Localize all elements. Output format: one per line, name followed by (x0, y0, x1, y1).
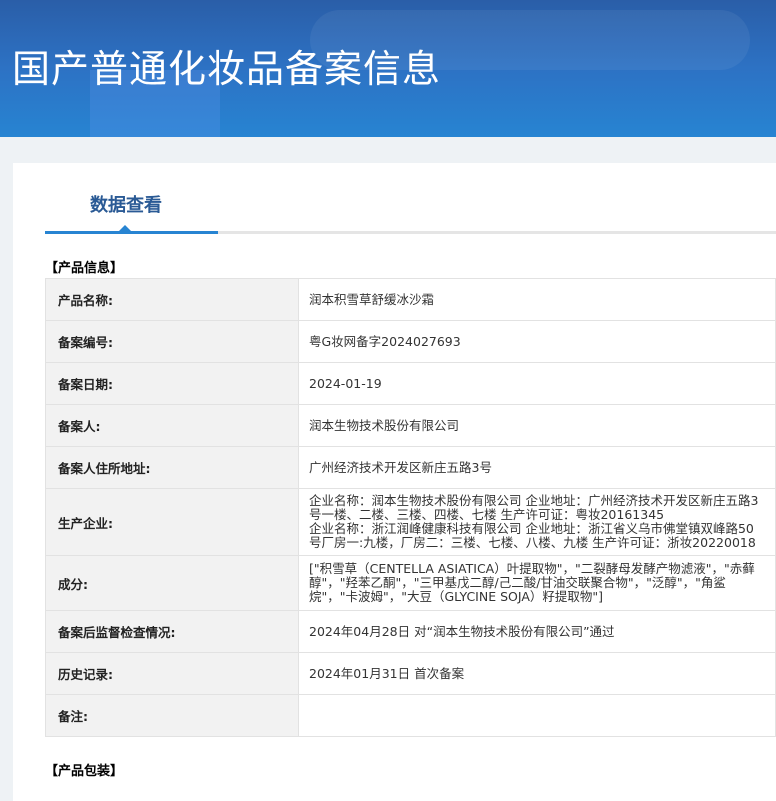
table-row: 备注: (45, 694, 776, 737)
row-label: 备案人住所地址: (45, 446, 299, 489)
section-product-info: 【产品信息】 (45, 261, 124, 276)
table-row: 备案日期: 2024-01-19 (45, 362, 776, 405)
row-value: 企业名称：润本生物技术股份有限公司 企业地址：广州经济技术开发区新庄五路3号一楼… (298, 488, 776, 556)
page-title: 国产普通化妆品备案信息 (12, 47, 442, 91)
table-row: 备案后监督检查情况: 2024年04月28日 对“润本生物技术股份有限公司”通过 (45, 610, 776, 653)
table-row: 历史记录: 2024年01月31日 首次备案 (45, 652, 776, 695)
table-row: 成分: ["积雪草（CENTELLA ASIATICA）叶提取物"，"二裂酵母发酵… (45, 555, 776, 611)
tab-arrow-icon (119, 225, 131, 231)
tab-active-indicator (45, 231, 218, 234)
row-value: 广州经济技术开发区新庄五路3号 (298, 446, 776, 489)
row-value: 粤G妆网备字2024027693 (298, 320, 776, 363)
row-label: 备案后监督检查情况: (45, 610, 299, 653)
table-row: 产品名称: 润本积雪草舒缓冰沙霜 (45, 278, 776, 321)
row-value: 2024年01月31日 首次备案 (298, 652, 776, 695)
row-label: 备案编号: (45, 320, 299, 363)
row-value: 2024-01-19 (298, 362, 776, 405)
page-header: 国产普通化妆品备案信息 (0, 0, 776, 137)
table-row: 备案编号: 粤G妆网备字2024027693 (45, 320, 776, 363)
row-label: 备案人: (45, 404, 299, 447)
tab-data-view[interactable]: 数据查看 (90, 191, 162, 217)
content-card: 数据查看 【产品信息】 产品名称: 润本积雪草舒缓冰沙霜 备案编号: 粤G妆网备字2… (13, 163, 776, 801)
product-info-table: 产品名称: 润本积雪草舒缓冰沙霜 备案编号: 粤G妆网备字2024027693 备案… (45, 278, 776, 737)
row-label: 备注: (45, 694, 299, 737)
section-product-packaging: 【产品包装】 (45, 764, 124, 779)
row-value: 润本积雪草舒缓冰沙霜 (298, 278, 776, 321)
row-label: 备案日期: (45, 362, 299, 405)
row-value (298, 694, 776, 737)
row-label: 产品名称: (45, 278, 299, 321)
row-label: 历史记录: (45, 652, 299, 695)
manufacturer-2: 企业名称：浙江润峰健康科技有限公司 企业地址：浙江省义乌市佛堂镇双峰路50号厂房… (309, 521, 756, 550)
table-row: 备案人: 润本生物技术股份有限公司 (45, 404, 776, 447)
row-value: 2024年04月28日 对“润本生物技术股份有限公司”通过 (298, 610, 776, 653)
tab-bar: 数据查看 (45, 163, 776, 234)
row-value: ["积雪草（CENTELLA ASIATICA）叶提取物"，"二裂酵母发酵产物滤… (298, 555, 776, 611)
row-value: 润本生物技术股份有限公司 (298, 404, 776, 447)
table-row: 生产企业: 企业名称：润本生物技术股份有限公司 企业地址：广州经济技术开发区新庄五… (45, 488, 776, 556)
table-row: 备案人住所地址: 广州经济技术开发区新庄五路3号 (45, 446, 776, 489)
row-label: 生产企业: (45, 488, 299, 556)
row-label: 成分: (45, 555, 299, 611)
manufacturer-1: 企业名称：润本生物技术股份有限公司 企业地址：广州经济技术开发区新庄五路3号一楼… (309, 493, 759, 522)
